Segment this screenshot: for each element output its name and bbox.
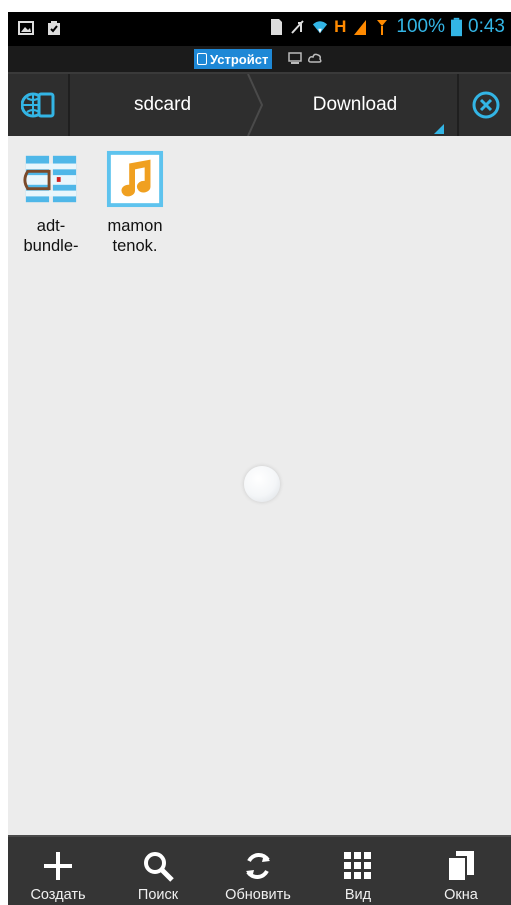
view-label: Вид	[344, 887, 372, 903]
plus-icon	[44, 852, 72, 880]
file-item[interactable]: mamon tenok.	[98, 150, 172, 256]
cellular-signal-icon	[354, 20, 367, 35]
bottom-toolbar: Создать Поиск Обновить Вид Окна	[8, 835, 511, 905]
windows-stack-icon	[447, 851, 474, 882]
app-frame: H 100% 0:43 Устройст sdcard Download adt…	[8, 12, 511, 905]
path-bar: sdcard Download	[8, 72, 511, 136]
h-network-icon: H	[334, 17, 347, 36]
file-name-line2: bundle-	[23, 237, 79, 255]
search-label: Поиск	[137, 887, 179, 903]
breadcrumb-sdcard[interactable]: sdcard	[70, 74, 255, 136]
signal-mute-icon	[291, 20, 304, 34]
breadcrumb-download[interactable]: Download	[255, 74, 455, 136]
clock: 0:43	[468, 16, 505, 37]
storage-tab-device[interactable]: Устройст	[194, 49, 273, 69]
wifi-icon	[313, 21, 328, 34]
windows-label: Окна	[444, 887, 478, 903]
file-item[interactable]: adt- bundle-	[14, 150, 88, 256]
clipboard-check-icon	[48, 21, 60, 35]
cloud-icon[interactable]	[308, 51, 322, 65]
dropdown-indicator[interactable]	[434, 124, 444, 134]
music-note-icon	[106, 150, 164, 208]
storage-toggle-icon	[21, 92, 55, 118]
battery-icon	[451, 17, 463, 37]
refresh-icon	[246, 853, 270, 879]
create-label: Создать	[30, 887, 86, 903]
create-button[interactable]: Создать	[8, 837, 108, 905]
status-bar: H 100% 0:43	[8, 12, 511, 46]
storage-selector: Устройст	[8, 46, 511, 72]
search-button[interactable]: Поиск	[108, 837, 208, 905]
file-name-line2: tenok.	[112, 237, 158, 255]
refresh-label: Обновить	[225, 887, 291, 903]
refresh-button[interactable]: Обновить	[208, 837, 308, 905]
search-icon	[144, 852, 174, 882]
battery-percent: 100%	[396, 16, 446, 37]
image-icon	[18, 21, 34, 35]
file-name-line1: mamon	[107, 217, 163, 235]
loading-spinner	[244, 466, 280, 502]
sd-card-icon	[271, 19, 283, 35]
close-circle-icon	[472, 91, 500, 119]
windows-button[interactable]: Окна	[411, 837, 511, 905]
storage-toggle-button[interactable]	[8, 74, 70, 136]
antenna-icon	[377, 20, 388, 35]
close-path-button[interactable]	[457, 74, 511, 136]
storage-tab-label: Устройст	[210, 51, 269, 67]
grid-icon	[344, 852, 371, 879]
file-name-line1: adt-	[36, 217, 66, 235]
view-button[interactable]: Вид	[308, 837, 408, 905]
archive-icon	[23, 155, 77, 203]
computer-icon[interactable]	[288, 51, 302, 65]
phone-icon	[197, 53, 207, 65]
